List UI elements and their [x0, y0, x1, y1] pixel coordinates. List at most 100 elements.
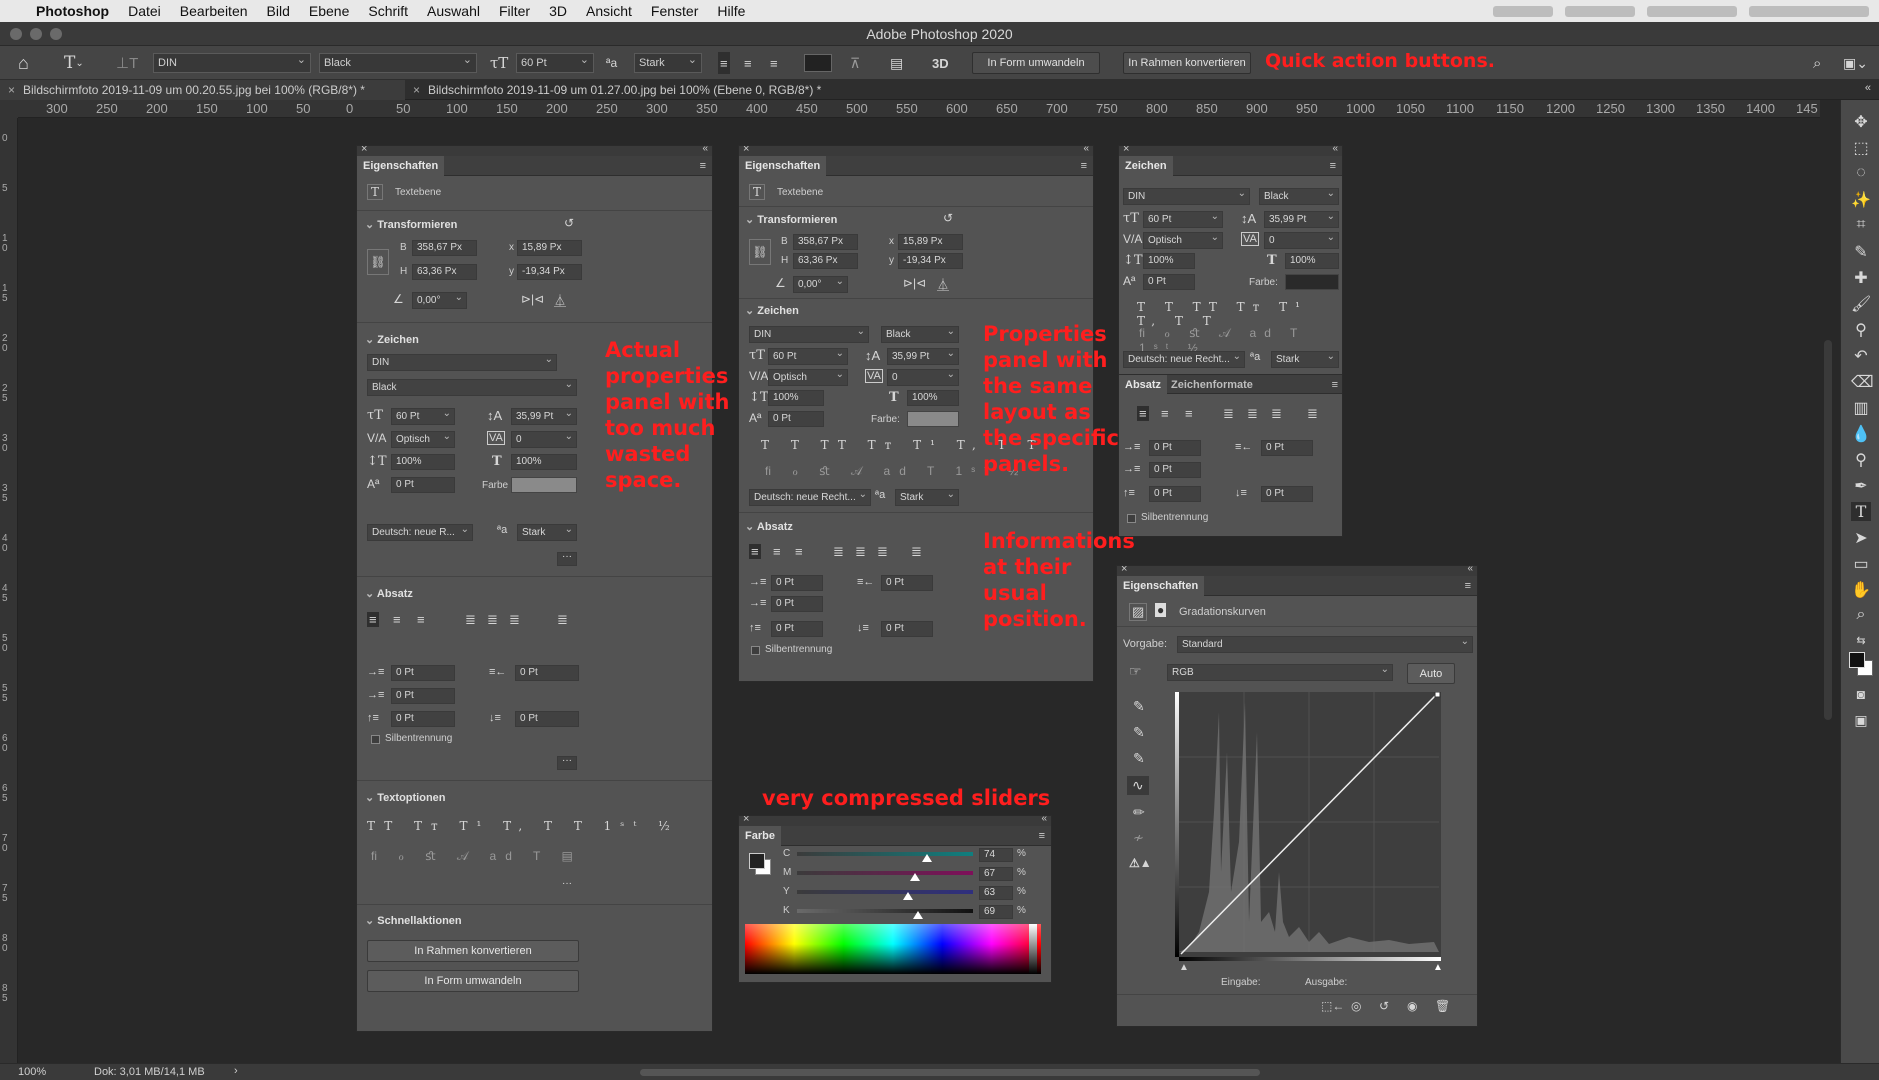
blur-tool-icon[interactable]: 💧: [1851, 424, 1871, 444]
channel-slider-handle[interactable]: [902, 892, 913, 900]
menu-item-datei[interactable]: Datei: [128, 3, 161, 19]
marquee-tool-icon[interactable]: ⬚: [1851, 138, 1871, 158]
delete-trash-icon[interactable]: 🗑: [1435, 999, 1450, 1013]
zoom-level[interactable]: 100%: [18, 1066, 46, 1078]
baseline-shift-field[interactable]: 0 Pt: [391, 477, 455, 493]
foreground-color-swatch[interactable]: [1849, 652, 1865, 668]
collapse-panel-icon[interactable]: «: [1083, 146, 1089, 154]
close-panel-icon[interactable]: ×: [1123, 146, 1129, 155]
menu-item-fenster[interactable]: Fenster: [651, 3, 698, 19]
color-spectrum-grayscale[interactable]: [1029, 924, 1037, 974]
swap-colors-icon[interactable]: ⇆: [1851, 634, 1871, 647]
section-paragraph[interactable]: Absatz: [745, 520, 793, 533]
section-transform[interactable]: Transformieren: [365, 218, 457, 231]
kerning-select[interactable]: Optisch: [768, 367, 848, 386]
gray-point-eyedropper-icon[interactable]: ✎: [1133, 724, 1145, 741]
document-tab-1[interactable]: × Bildschirmfoto 2019-11-09 um 00.20.55.j…: [0, 80, 405, 100]
panel-menu-icon[interactable]: ≡: [1332, 379, 1338, 391]
tab-eigenschaften[interactable]: Eigenschaften: [739, 156, 827, 176]
curve-edit-icon[interactable]: ∿: [1127, 776, 1149, 795]
align-center-icon[interactable]: ≡: [773, 544, 781, 559]
align-center-icon[interactable]: ≡: [1161, 406, 1169, 421]
leading-select[interactable]: 35,99 Pt: [511, 406, 577, 425]
curve-point-white[interactable]: [1434, 692, 1441, 698]
antialias-select[interactable]: Stark: [634, 51, 702, 73]
healing-brush-tool-icon[interactable]: ✚: [1851, 268, 1871, 288]
space-after-field[interactable]: 0 Pt: [881, 621, 933, 637]
flip-horizontal-icon[interactable]: ⊳|⊲: [903, 276, 926, 290]
menu-item-auswahl[interactable]: Auswahl: [427, 3, 480, 19]
justify-right-icon[interactable]: ≣: [509, 612, 520, 628]
eraser-tool-icon[interactable]: ⌫: [1851, 372, 1874, 392]
hyphenation-checkbox[interactable]: [1127, 514, 1136, 523]
black-input-slider[interactable]: ▲: [1179, 962, 1189, 973]
document-size[interactable]: Dok: 3,01 MB/14,1 MB: [94, 1066, 205, 1078]
justify-center-icon[interactable]: ≣: [855, 544, 866, 560]
close-panel-icon[interactable]: ×: [743, 816, 749, 825]
horizontal-scale-field[interactable]: 100%: [511, 454, 577, 470]
indent-left-field[interactable]: 0 Pt: [1149, 440, 1201, 456]
text-color-swatch[interactable]: [511, 477, 577, 493]
collapse-panel-icon[interactable]: «: [1332, 146, 1338, 154]
align-left-icon[interactable]: ≡: [1137, 406, 1149, 421]
section-paragraph[interactable]: Absatz: [365, 587, 413, 600]
menu-item-3d[interactable]: 3D: [549, 3, 567, 19]
kerning-select[interactable]: Optisch: [391, 429, 455, 448]
white-point-eyedropper-icon[interactable]: ✎: [1133, 750, 1145, 767]
channel-slider-track[interactable]: [797, 909, 973, 913]
white-input-slider[interactable]: ▲: [1433, 962, 1443, 973]
indent-left-field[interactable]: 0 Pt: [771, 575, 823, 591]
justify-center-icon[interactable]: ≣: [487, 612, 498, 628]
angle-select[interactable]: 0,00°: [412, 290, 467, 309]
pencil-icon[interactable]: ✏: [1133, 804, 1145, 821]
panel-menu-icon[interactable]: ≡: [1039, 830, 1045, 842]
justify-center-icon[interactable]: ≣: [1247, 406, 1258, 422]
font-size-select[interactable]: 60 Pt: [516, 51, 594, 73]
tab-farbe[interactable]: Farbe: [739, 826, 781, 846]
font-style-select[interactable]: Black: [1259, 186, 1339, 205]
horizontal-scrollbar[interactable]: [640, 1069, 1260, 1076]
screen-mode-icon[interactable]: ▣: [1851, 712, 1871, 729]
y-field[interactable]: -19,34 Px: [898, 253, 963, 269]
link-icon[interactable]: ⛓: [367, 249, 389, 275]
foreground-color-swatch[interactable]: [749, 853, 765, 869]
preset-select[interactable]: Standard: [1177, 634, 1473, 653]
zoom-window-button[interactable]: [50, 28, 62, 40]
panels-toggle-icon[interactable]: ▤: [890, 52, 903, 74]
lasso-tool-icon[interactable]: ◌: [1851, 164, 1871, 182]
menu-item-schrift[interactable]: Schrift: [368, 3, 408, 19]
language-select[interactable]: Deutsch: neue Recht...: [1123, 349, 1245, 368]
hand-tool-icon[interactable]: ✋: [1851, 580, 1871, 600]
mask-icon[interactable]: ●: [1155, 603, 1167, 617]
indent-right-field[interactable]: 0 Pt: [515, 665, 579, 681]
width-field[interactable]: 358,67 Px: [793, 234, 858, 250]
section-text-options[interactable]: Textoptionen: [365, 791, 445, 804]
height-field[interactable]: 63,36 Px: [412, 264, 477, 280]
indent-first-line-field[interactable]: 0 Pt: [771, 596, 823, 612]
smooth-curve-icon[interactable]: ≁: [1133, 830, 1144, 846]
close-tab-icon[interactable]: ×: [8, 83, 15, 97]
text-style-icons[interactable]: TT Tт T¹ T, T T 1ˢᵗ ½: [367, 819, 679, 833]
indent-right-field[interactable]: 0 Pt: [881, 575, 933, 591]
menu-item-hilfe[interactable]: Hilfe: [717, 3, 745, 19]
flip-horizontal-icon[interactable]: ⊳|⊲: [521, 292, 544, 306]
indent-left-field[interactable]: 0 Pt: [391, 665, 455, 681]
menu-item-bearbeiten[interactable]: Bearbeiten: [180, 3, 248, 19]
x-field[interactable]: 15,89 Px: [517, 240, 582, 256]
align-right-icon[interactable]: ≡: [417, 612, 425, 627]
link-icon[interactable]: ⛓: [749, 239, 771, 265]
justify-left-icon[interactable]: ≣: [465, 612, 476, 628]
horizontal-scale-field[interactable]: 100%: [907, 390, 959, 406]
clipping-warning-icon[interactable]: ⚠▲: [1129, 856, 1152, 870]
search-icon[interactable]: ⌕: [1813, 52, 1821, 74]
channel-slider-handle[interactable]: [909, 873, 920, 881]
align-left-icon[interactable]: ≡: [367, 612, 379, 627]
language-select[interactable]: Deutsch: neue Recht...: [749, 487, 871, 506]
channel-value-field[interactable]: 74: [979, 848, 1013, 862]
font-size-select[interactable]: 60 Pt: [391, 406, 455, 425]
channel-value-field[interactable]: 63: [979, 886, 1013, 900]
align-left-icon[interactable]: ≡: [749, 544, 761, 559]
close-panel-icon[interactable]: ×: [361, 146, 367, 155]
justify-left-icon[interactable]: ≣: [1223, 406, 1234, 422]
reset-transform-icon[interactable]: ↺: [943, 211, 953, 225]
